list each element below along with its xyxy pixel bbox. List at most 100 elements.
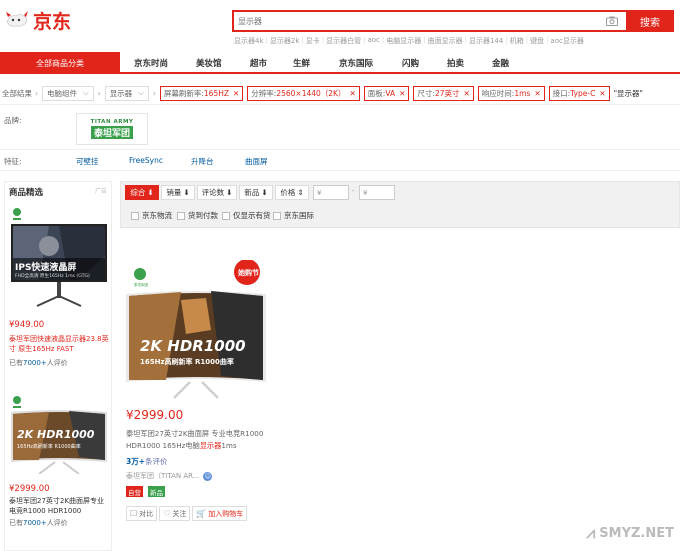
checkbox[interactable]	[273, 211, 281, 220]
filter-cod[interactable]: 货到付款	[177, 210, 218, 221]
close-icon[interactable]: ✕	[463, 89, 469, 98]
sidebar-banner-sub: FHD全高清 原生165Hz 1ms (GTG)	[15, 272, 90, 279]
product-banner-title: 2K HDR1000	[140, 337, 246, 355]
breadcrumb-category-dropdown[interactable]: 电脑组件 ⌵	[42, 85, 94, 101]
monitor-product-image[interactable]: 2K HDR1000 165Hz高刷新率 R1000曲率	[9, 394, 109, 475]
breadcrumb-subcategory-dropdown[interactable]: 显示器 ⌵	[104, 85, 149, 101]
feature-filter-row: 特征: 可壁挂 FreeSync 升降台 曲面屏	[0, 151, 680, 171]
monitor-product-image[interactable]: IPS快速液晶屏 FHD全高清 原生165Hz 1ms (GTG)	[9, 206, 109, 314]
separator: |	[505, 36, 508, 44]
new-product-badge: 新品	[148, 486, 165, 497]
jd-dog-icon	[6, 11, 28, 27]
hotword-link[interactable]: 显示器2k	[270, 36, 300, 46]
brand-logo-line2: 泰坦军团	[90, 126, 133, 139]
separator: |	[546, 36, 549, 44]
breadcrumb-root[interactable]: 全部结果	[2, 88, 32, 99]
separator: |	[381, 36, 385, 44]
search-input[interactable]	[234, 12, 604, 30]
sidebar-title: 商品精选	[9, 188, 44, 198]
hotword-link[interactable]: aoc	[367, 36, 379, 46]
sidebar-product-price: ¥949.00	[9, 320, 45, 330]
search-button[interactable]: 搜索	[626, 10, 674, 32]
feature-wall-mount[interactable]: 可壁挂	[76, 156, 99, 167]
sidebar-product-name[interactable]: 泰坦军团快速液晶显示器23.8英寸 原生165Hz FAST	[9, 334, 109, 354]
product-shop[interactable]: 泰坦军团（TITAN AR... ☺	[126, 471, 213, 481]
main-nav: 全部商品分类 京东时尚 美妆馆 超市 生鲜 京东国际 闪购 拍卖 金融	[0, 52, 680, 74]
hotword-link[interactable]: 显示器4k	[234, 36, 264, 46]
search-bar: 搜索	[232, 10, 674, 32]
hotword-link[interactable]: 显卡	[306, 36, 320, 46]
hotword-link[interactable]: 电脑显示器	[386, 36, 421, 46]
nav-item-fresh[interactable]: 生鲜	[293, 52, 310, 74]
breadcrumb: 全部结果 › 电脑组件 ⌵ › 显示器 ⌵ › 屏幕刷新率: 165HZ ✕ 分辨率: 2…	[0, 84, 680, 102]
nav-item-global[interactable]: 京东国际	[339, 52, 373, 74]
checkbox[interactable]	[177, 211, 185, 220]
hotword-link[interactable]: 显示器144	[469, 36, 503, 46]
product-price: ¥2999.00	[126, 408, 184, 422]
separator: |	[525, 36, 529, 44]
hotword-link[interactable]: aoc显示器	[550, 36, 583, 46]
feature-curved[interactable]: 曲面屏	[245, 156, 268, 167]
filter-jd-logistics[interactable]: 京东物流	[131, 210, 172, 221]
checkbox[interactable]	[222, 211, 230, 220]
sidebar-product[interactable]: 2K HDR1000 165Hz高刷新率 R1000曲率 ¥2999.00 泰坦…	[9, 394, 109, 528]
close-icon[interactable]: ✕	[599, 89, 605, 98]
feature-freesync[interactable]: FreeSync	[129, 156, 163, 165]
close-icon[interactable]: ✕	[233, 89, 239, 98]
hotword-link[interactable]: 键盘	[530, 36, 544, 46]
nav-item-supermarket[interactable]: 超市	[250, 52, 267, 74]
sort-new-button[interactable]: 新品 ⬇	[239, 185, 273, 200]
nav-item-finance[interactable]: 金融	[492, 52, 509, 74]
jd-logo[interactable]: 京东	[4, 8, 92, 33]
filter-chip-panel[interactable]: 面板: VA ✕	[363, 85, 410, 101]
filter-chip-resolution[interactable]: 分辨率: 2560×1440（2K） ✕	[247, 85, 360, 101]
filter-jd-global[interactable]: 京东国际	[273, 210, 314, 221]
filter-chip-size[interactable]: 尺寸: 27英寸 ✕	[413, 85, 474, 101]
product-reviews[interactable]: 3万+条评价	[126, 456, 168, 467]
price-max-input[interactable]: ¥	[359, 185, 395, 200]
nav-item-flash[interactable]: 闪购	[402, 52, 419, 74]
add-to-cart-button[interactable]: 🛒 加入购物车	[192, 506, 248, 521]
close-icon[interactable]: ✕	[399, 89, 405, 98]
checkbox[interactable]	[131, 211, 139, 220]
hotword-link[interactable]: 曲面显示器	[428, 36, 463, 46]
price-min-input[interactable]: ¥	[313, 185, 349, 200]
nav-item-beauty[interactable]: 美妆馆	[196, 52, 222, 74]
monitor-product-image[interactable]: 泰坦军团 2K HDR1000 165Hz高刷新率 R1000曲率 她购节	[126, 260, 266, 400]
sort-updown-icon: ⇕	[297, 188, 304, 197]
sidebar-product-name[interactable]: 泰坦军团27英寸2K曲面屏专业电竞R1000 HDR1000	[9, 496, 109, 516]
follow-button[interactable]: ♡ 关注	[159, 506, 191, 521]
hotword-link[interactable]: 显示器白管	[326, 36, 361, 46]
brand-logo-titan-army[interactable]: TITAN ARMY 泰坦军团	[76, 113, 148, 145]
feature-lift-stand[interactable]: 升降台	[191, 156, 214, 167]
chat-icon[interactable]: ☺	[203, 471, 213, 481]
hotword-link[interactable]: 机箱	[510, 36, 524, 46]
close-icon[interactable]: ✕	[349, 89, 355, 98]
product-title[interactable]: 泰坦军团27英寸2K曲面屏 专业电竞R1000 HDR1000 165Hz电脑显…	[126, 428, 272, 452]
close-icon[interactable]: ✕	[534, 89, 540, 98]
nav-item-fashion[interactable]: 京东时尚	[134, 52, 168, 74]
sort-reviews-button[interactable]: 评论数 ⬇	[197, 185, 237, 200]
logo-text: 京东	[33, 10, 72, 33]
sidebar-product-price: ¥2999.00	[9, 484, 50, 494]
compare-button[interactable]: ☐ 对比	[126, 506, 158, 521]
filter-in-stock[interactable]: 仅显示有货	[222, 210, 271, 221]
nav-item-auction[interactable]: 拍卖	[447, 52, 464, 74]
heart-icon: ♡	[163, 509, 171, 518]
brand-logo-line1: TITAN ARMY	[90, 119, 134, 125]
chevron-down-icon: ⌵	[138, 88, 144, 97]
filter-chip-refresh[interactable]: 屏幕刷新率: 165HZ ✕	[159, 85, 244, 101]
all-categories-button[interactable]: 全部商品分类	[0, 52, 120, 74]
separator: |	[321, 36, 325, 44]
chevron-down-icon: ⌵	[83, 88, 89, 97]
camera-search-icon[interactable]	[604, 12, 620, 30]
filter-chip-interface[interactable]: 接口: Type-C ✕	[548, 85, 610, 101]
product-card[interactable]: 泰坦军团 2K HDR1000 165Hz高刷新率 R1000曲率 她购节 ¥2…	[120, 232, 280, 522]
sort-default-button[interactable]: 综合 ⬇	[125, 185, 159, 200]
sidebar-product[interactable]: IPS快速液晶屏 FHD全高清 原生165Hz 1ms (GTG) ¥949.0…	[9, 206, 109, 368]
brand-label: 品牌:	[4, 116, 22, 125]
filter-chip-response[interactable]: 响应时间: 1ms ✕	[477, 85, 545, 101]
sort-sales-button[interactable]: 销量 ⬇	[161, 185, 195, 200]
sidebar-product-reviews: 已有7000+人评价	[9, 359, 68, 367]
sort-price-button[interactable]: 价格 ⇕	[275, 185, 309, 200]
